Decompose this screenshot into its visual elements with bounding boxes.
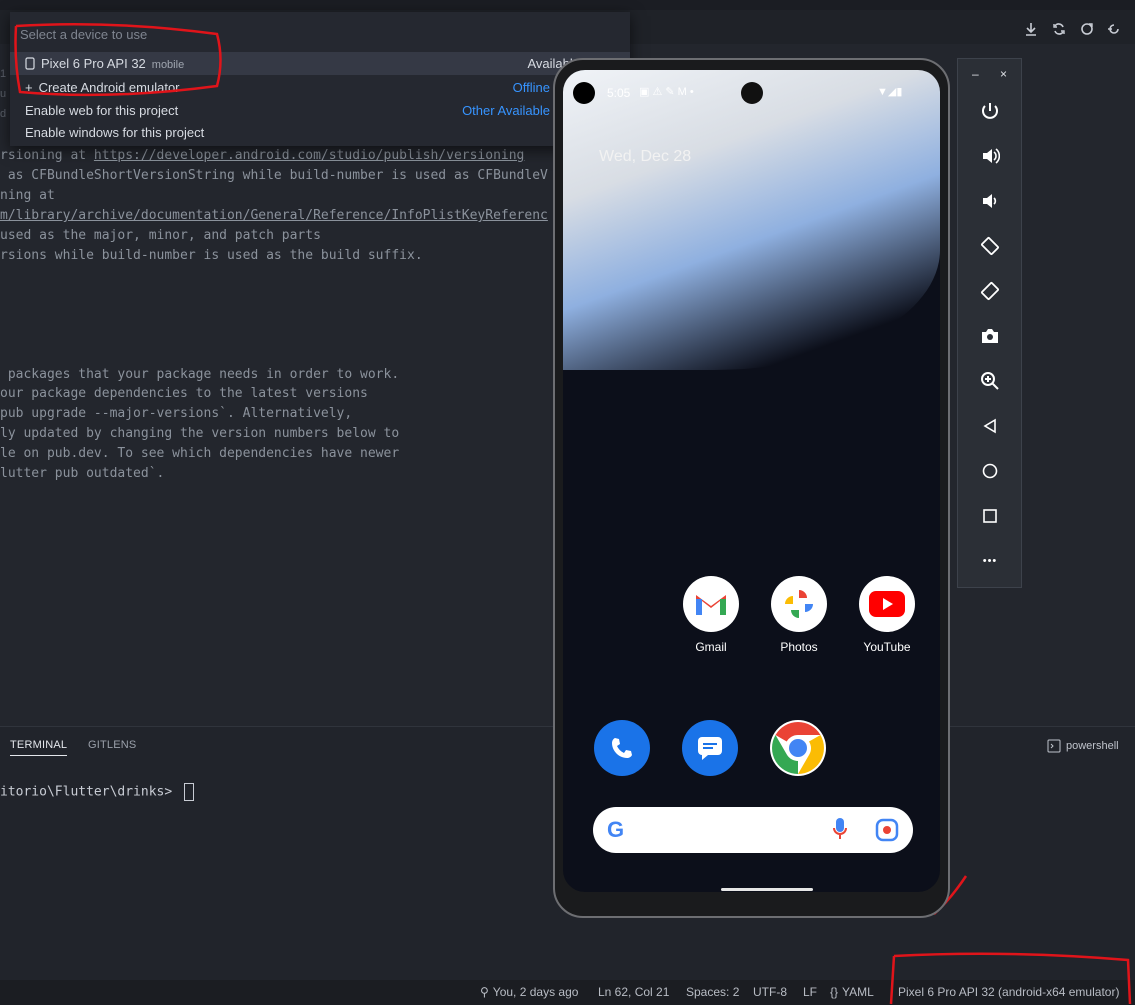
braces-icon: {} bbox=[830, 985, 839, 999]
signal-icons: ▼◢▮ bbox=[877, 86, 903, 98]
home-icon[interactable] bbox=[976, 457, 1004, 485]
device-option-enable-windows[interactable]: Enable windows for this project bbox=[10, 121, 630, 144]
camera-icon[interactable] bbox=[976, 322, 1004, 350]
code-line: rsioning at https://developer.android.co… bbox=[0, 148, 525, 163]
google-g-icon: G bbox=[607, 817, 625, 842]
tab-gitlens[interactable]: GITLENS bbox=[88, 739, 136, 751]
power-icon[interactable] bbox=[976, 97, 1004, 125]
indentation[interactable]: Spaces: 2 bbox=[686, 985, 739, 999]
camera-hole bbox=[573, 82, 595, 104]
youtube-icon bbox=[859, 576, 915, 632]
line-gutter: 1 bbox=[0, 68, 7, 80]
download-icon[interactable] bbox=[1020, 18, 1042, 40]
commit-icon: ⚲ bbox=[480, 985, 489, 999]
close-button[interactable]: × bbox=[1000, 67, 1007, 81]
terminal-prompt-text: itorio\Flutter\drinks> bbox=[0, 784, 181, 800]
code-line: ning at bbox=[0, 188, 55, 203]
google-search-bar[interactable]: G bbox=[593, 807, 913, 853]
front-camera bbox=[741, 82, 763, 104]
history-icon[interactable] bbox=[1104, 18, 1126, 40]
cursor-position[interactable]: Ln 62, Col 21 bbox=[598, 985, 669, 999]
editor-toolbar bbox=[1020, 14, 1135, 44]
code-line: packages that your package needs in orde… bbox=[0, 367, 400, 382]
tab-terminal[interactable]: TERMINAL bbox=[10, 739, 68, 756]
terminal-prompt[interactable]: itorio\Flutter\drinks> bbox=[0, 783, 195, 801]
lens-icon[interactable] bbox=[875, 818, 899, 847]
app-youtube[interactable]: YouTube bbox=[857, 576, 917, 654]
code-line: m/library/archive/documentation/General/… bbox=[0, 208, 548, 223]
chrome-icon bbox=[770, 720, 826, 776]
sync-icon[interactable] bbox=[1048, 18, 1070, 40]
terminal-icon bbox=[1047, 739, 1061, 753]
code-line: as CFBundleShortVersionString while buil… bbox=[0, 168, 548, 183]
app-chrome[interactable] bbox=[768, 720, 828, 784]
encoding[interactable]: UTF-8 bbox=[753, 985, 787, 999]
code-line: ly updated by changing the version numbe… bbox=[0, 426, 400, 441]
notification-icons: ▣ ⚠ ✎ M • bbox=[639, 86, 694, 98]
more-options-icon[interactable]: ••• bbox=[976, 547, 1004, 575]
refresh-icon[interactable] bbox=[1076, 18, 1098, 40]
zoom-icon[interactable] bbox=[976, 367, 1004, 395]
device-status: Other Available bbox=[462, 103, 550, 118]
title-bar bbox=[0, 0, 1135, 10]
terminal-cursor bbox=[184, 783, 195, 801]
app-label: YouTube bbox=[863, 640, 911, 654]
code-line: lutter pub outdated`. bbox=[0, 466, 165, 481]
shell-name: powershell bbox=[1066, 740, 1119, 752]
app-gmail[interactable]: Gmail bbox=[681, 576, 741, 654]
emulator-controls: – × ••• bbox=[957, 58, 1022, 588]
device-status: Offline bbox=[512, 80, 550, 95]
app-label: Gmail bbox=[695, 640, 727, 654]
code-line: used as the major, minor, and patch part… bbox=[0, 228, 321, 243]
minimize-button[interactable]: – bbox=[972, 67, 979, 81]
annotation-box bbox=[889, 952, 1132, 1005]
terminal-shell-selector[interactable]: powershell bbox=[1047, 739, 1119, 753]
annotation-circle bbox=[14, 22, 222, 97]
overview-icon[interactable] bbox=[976, 502, 1004, 530]
line-gutter: d bbox=[0, 108, 7, 120]
code-line: le on pub.dev. To see which dependencies… bbox=[0, 446, 400, 461]
home-indicator[interactable] bbox=[721, 888, 813, 891]
wallpaper bbox=[563, 70, 940, 370]
gmail-icon bbox=[683, 576, 739, 632]
device-option-label: Enable windows for this project bbox=[25, 125, 205, 140]
line-ending[interactable]: LF bbox=[803, 985, 817, 999]
messages-icon bbox=[682, 720, 738, 776]
language-label: YAML bbox=[842, 985, 874, 999]
photos-icon bbox=[771, 576, 827, 632]
volume-up-icon[interactable] bbox=[976, 142, 1004, 170]
git-blame-item[interactable]: ⚲ You, 2 days ago bbox=[480, 985, 578, 999]
language-mode[interactable]: {} YAML bbox=[830, 985, 874, 999]
rotate-left-icon[interactable] bbox=[976, 232, 1004, 260]
volume-down-icon[interactable] bbox=[976, 187, 1004, 215]
rotate-right-icon[interactable] bbox=[976, 277, 1004, 305]
date-widget[interactable]: Wed, Dec 28 bbox=[599, 148, 691, 166]
back-icon[interactable] bbox=[976, 412, 1004, 440]
emulator-phone-frame: 5:05 ▣ ⚠ ✎ M • ▼◢▮ Wed, Dec 28 Gmail Pho… bbox=[553, 58, 950, 918]
phone-screen[interactable]: 5:05 ▣ ⚠ ✎ M • ▼◢▮ Wed, Dec 28 Gmail Pho… bbox=[563, 70, 940, 892]
mic-icon[interactable] bbox=[833, 817, 847, 846]
line-gutter: u bbox=[0, 88, 7, 100]
device-option-label: Enable web for this project bbox=[25, 103, 179, 118]
code-line: our package dependencies to the latest v… bbox=[0, 386, 368, 401]
phone-time: 5:05 bbox=[607, 86, 631, 100]
phone-call-icon bbox=[594, 720, 650, 776]
versioning-link[interactable]: https://developer.android.com/studio/pub… bbox=[94, 148, 524, 163]
code-line: rsions while build-number is used as the… bbox=[0, 248, 423, 263]
git-blame-text: You, 2 days ago bbox=[492, 985, 579, 999]
app-label: Photos bbox=[780, 640, 818, 654]
device-option-enable-web[interactable]: Enable web for this project Other Availa… bbox=[10, 99, 630, 122]
app-photos[interactable]: Photos bbox=[769, 576, 829, 654]
app-phone[interactable] bbox=[592, 720, 652, 784]
app-messages[interactable] bbox=[680, 720, 740, 784]
phone-status-bar: 5:05 ▣ ⚠ ✎ M • ▼◢▮ bbox=[563, 82, 940, 106]
code-line: pub upgrade --major-versions`. Alternati… bbox=[0, 406, 353, 421]
